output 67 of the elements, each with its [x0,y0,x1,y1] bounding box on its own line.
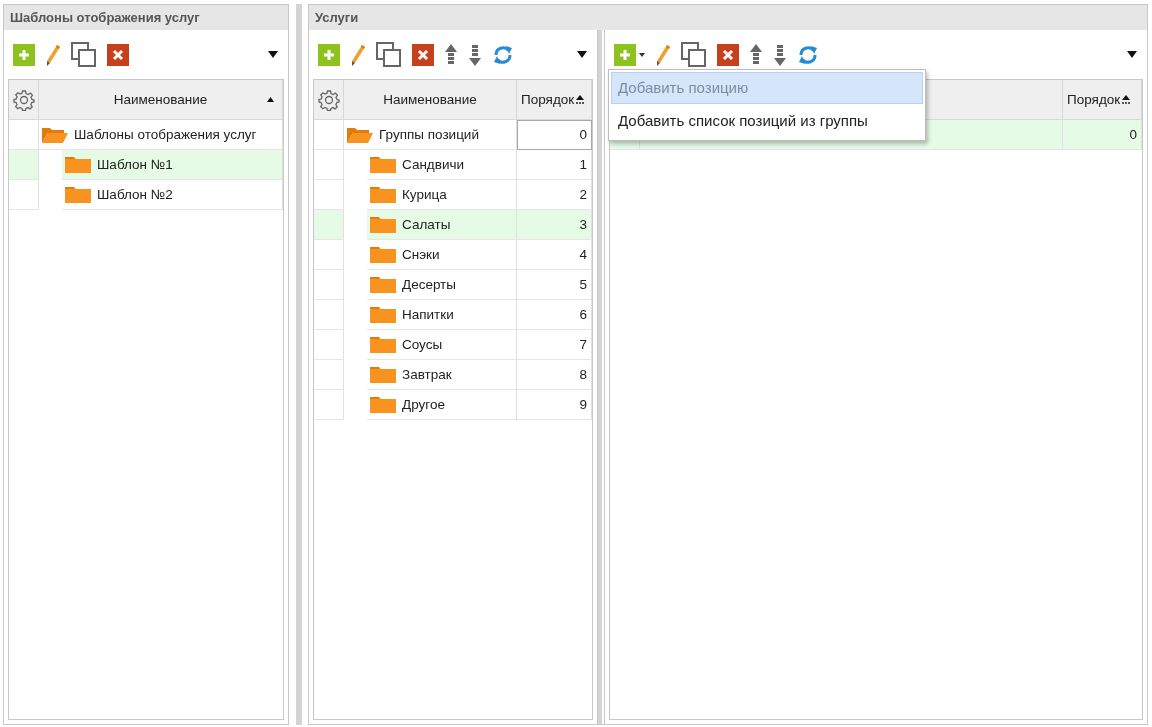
delete-icon[interactable] [107,43,129,66]
folder-icon [370,306,396,323]
sort-icon[interactable] [1122,95,1131,104]
tree-item[interactable]: Десерты [367,270,517,300]
copy-icon[interactable] [376,41,402,68]
table-cell: 8 [517,360,592,390]
folder-icon [65,186,91,203]
settings-icon[interactable] [317,88,340,111]
panel-title: Услуги [309,5,1147,30]
refresh-icon[interactable] [797,43,819,66]
table-cell: 0 [1063,120,1142,150]
column-header[interactable] [9,80,39,119]
folder-icon [370,336,396,353]
folder-icon [370,396,396,413]
tree-item[interactable]: Другое [367,390,517,420]
delete-icon[interactable] [717,43,739,66]
tree-item[interactable]: Напитки [367,300,517,330]
open-folder-icon [42,126,68,143]
sort-icon[interactable] [576,95,585,104]
column-header[interactable]: Порядок [1063,80,1142,119]
tree-item[interactable]: Шаблон №2 [62,180,283,210]
folder-icon [65,156,91,173]
table-cell: 3 [517,210,592,240]
copy-icon[interactable] [71,41,97,68]
table-cell: 9 [517,390,592,420]
table-cell: 7 [517,330,592,360]
table-cell: 5 [517,270,592,300]
tree-item[interactable]: Салаты [367,210,517,240]
caret-icon[interactable] [1127,51,1137,58]
arrow-down-icon[interactable] [468,42,482,67]
column-header[interactable]: Наименование [39,80,283,119]
tree-item[interactable]: Снэки [367,240,517,270]
tree-item[interactable]: Соусы [367,330,517,360]
table-cell: 6 [517,300,592,330]
table-cell: 4 [517,240,592,270]
folder-icon [370,156,396,173]
folder-icon [370,246,396,263]
tree-item[interactable]: Завтрак [367,360,517,390]
copy-icon[interactable] [681,41,707,68]
arrow-down-icon[interactable] [773,42,787,67]
column-header[interactable] [314,80,344,119]
column-header[interactable]: Порядок [517,80,592,119]
arrow-up-icon[interactable] [444,42,458,67]
tree-item[interactable]: Сандвичи [367,150,517,180]
settings-icon[interactable] [12,88,35,111]
refresh-icon[interactable] [492,43,514,66]
caret-icon[interactable] [577,51,587,58]
open-folder-icon [347,126,373,143]
tree-item[interactable]: Шаблон №1 [62,150,283,180]
delete-icon[interactable] [412,43,434,66]
arrow-up-icon[interactable] [749,42,763,67]
folder-icon [370,276,396,293]
pencil-icon[interactable] [45,42,61,67]
tree-item[interactable]: Группы позиций [344,120,517,150]
sort-icon[interactable] [267,97,274,102]
folder-icon [370,216,396,233]
pencil-icon[interactable] [350,42,366,67]
caret-icon[interactable] [639,52,645,57]
panel-title: Шаблоны отображения услуг [4,5,288,30]
table-cell: 1 [517,150,592,180]
table-cell: 0 [517,120,592,150]
caret-icon[interactable] [268,51,278,58]
column-header[interactable]: Наименование [344,80,517,119]
folder-icon [370,366,396,383]
pencil-icon[interactable] [655,42,671,67]
menu-item[interactable]: Добавить список позиций из группы [611,105,923,137]
folder-icon [370,186,396,203]
